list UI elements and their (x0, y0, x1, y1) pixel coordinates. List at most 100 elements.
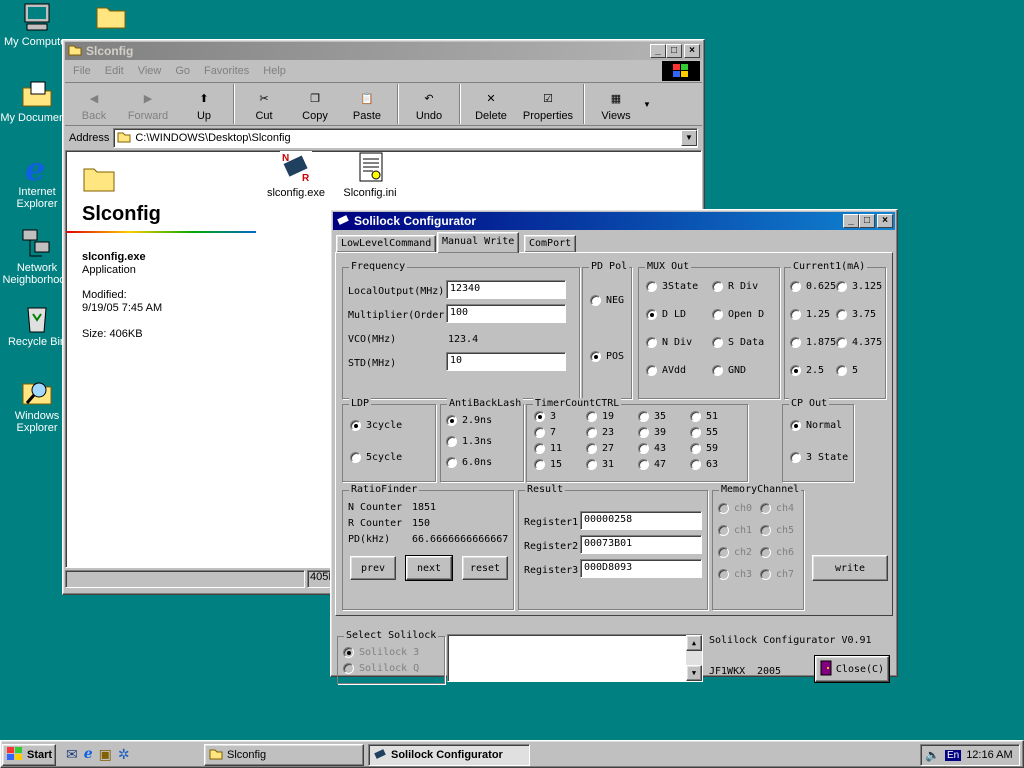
local-output-input[interactable]: 12340 (446, 280, 566, 299)
std-input[interactable]: 10 (446, 352, 566, 371)
address-dropdown-arrow-icon[interactable]: ▼ (681, 130, 697, 146)
current1-3.125-radio[interactable]: 3.125 (836, 281, 882, 292)
maximize-button[interactable]: □ (666, 44, 682, 58)
timer-39-radio[interactable]: 39 (638, 427, 666, 438)
memory-ch3-radio[interactable]: ch3 (718, 569, 752, 580)
solilock-3-radio[interactable]: Solilock 3 (343, 647, 419, 658)
mux-out-ndiv-radio[interactable]: N Div (646, 337, 692, 348)
file-item-slconfig-exe[interactable]: NR slconfig.exe (262, 151, 330, 199)
scroll-up-arrow-icon[interactable]: ▲ (686, 635, 702, 651)
current1-4.375-radio[interactable]: 4.375 (836, 337, 882, 348)
current1-3.75-radio[interactable]: 3.75 (836, 309, 876, 320)
timer-23-radio[interactable]: 23 (586, 427, 614, 438)
current1-1.25-radio[interactable]: 1.25 (790, 309, 830, 320)
configurator-title-bar[interactable]: Solilock Configurator _ □ × (333, 212, 895, 230)
cp-out-3state-radio[interactable]: 3 State (790, 452, 848, 463)
timer-3-radio[interactable]: 3 (534, 411, 556, 422)
tab-lowlevelcommand[interactable]: LowLevelCommand (336, 235, 437, 252)
timer-15-radio[interactable]: 15 (534, 459, 562, 470)
ldp-5cycle-radio[interactable]: 5cycle (350, 452, 402, 463)
timer-31-radio[interactable]: 31 (586, 459, 614, 470)
mux-out-gnd-radio[interactable]: GND (712, 365, 746, 376)
show-desktop-icon[interactable]: ▣ (99, 746, 112, 763)
channels-icon[interactable]: ✲ (118, 746, 130, 763)
mux-out-rdiv-radio[interactable]: R Div (712, 281, 758, 292)
menu-go[interactable]: Go (175, 65, 190, 77)
cp-out-normal-radio[interactable]: Normal (790, 420, 842, 431)
mux-out-sdata-radio[interactable]: S Data (712, 337, 764, 348)
up-button[interactable]: ⬆ Up (179, 86, 229, 123)
timer-55-radio[interactable]: 55 (690, 427, 718, 438)
mux-out-avdd-radio[interactable]: AVdd (646, 365, 686, 376)
write-button[interactable]: write (812, 555, 888, 581)
properties-button[interactable]: ☑ Properties (517, 86, 579, 123)
undo-button[interactable]: ↶ Undo (403, 86, 455, 123)
copy-button[interactable]: ❐ Copy (289, 86, 341, 123)
current1-5-radio[interactable]: 5 (836, 365, 858, 376)
register3-input[interactable]: 000D8093 (580, 559, 702, 578)
views-button[interactable]: ▦ Views (589, 86, 643, 123)
timer-51-radio[interactable]: 51 (690, 411, 718, 422)
scroll-down-arrow-icon[interactable]: ▼ (686, 665, 702, 681)
memory-ch5-radio[interactable]: ch5 (760, 525, 794, 536)
memory-ch1-radio[interactable]: ch1 (718, 525, 752, 536)
antibacklash-2.9ns-radio[interactable]: 2.9ns (446, 415, 492, 426)
taskbar-item-slconfig[interactable]: Slconfig (204, 744, 364, 766)
memory-ch0-radio[interactable]: ch0 (718, 503, 752, 514)
pd-pol-pos-radio[interactable]: POS (590, 351, 624, 362)
timer-11-radio[interactable]: 11 (534, 443, 562, 454)
menu-edit[interactable]: Edit (105, 65, 124, 77)
ldp-3cycle-radio[interactable]: 3cycle (350, 420, 402, 431)
memory-ch7-radio[interactable]: ch7 (760, 569, 794, 580)
antibacklash-6.0ns-radio[interactable]: 6.0ns (446, 457, 492, 468)
prev-button[interactable]: prev (350, 556, 396, 580)
timer-35-radio[interactable]: 35 (638, 411, 666, 422)
timer-63-radio[interactable]: 63 (690, 459, 718, 470)
maximize-button[interactable]: □ (859, 214, 875, 228)
current1-0.625-radio[interactable]: 0.625 (790, 281, 836, 292)
internet-explorer-icon[interactable]: e (84, 746, 93, 763)
register1-input[interactable]: 00000258 (580, 511, 702, 530)
explorer-title-bar[interactable]: Slconfig _ □ × (65, 42, 702, 60)
pd-pol-neg-radio[interactable]: NEG (590, 295, 624, 306)
cut-button[interactable]: ✂ Cut (239, 86, 289, 123)
memory-ch2-radio[interactable]: ch2 (718, 547, 752, 558)
back-button[interactable]: ◀ Back (71, 86, 117, 123)
timer-27-radio[interactable]: 27 (586, 443, 614, 454)
address-input[interactable]: C:\WINDOWS\Desktop\Slconfig ▼ (113, 128, 698, 148)
register2-input[interactable]: 00073B01 (580, 535, 702, 554)
multiplier-input[interactable]: 100 (446, 304, 566, 323)
antibacklash-1.3ns-radio[interactable]: 1.3ns (446, 436, 492, 447)
forward-button[interactable]: ▶ Forward (117, 86, 179, 123)
views-dropdown-arrow-icon[interactable]: ▼ (643, 100, 651, 109)
current1-2.5-radio[interactable]: 2.5 (790, 365, 824, 376)
mux-out-3state-radio[interactable]: 3State (646, 281, 698, 292)
mux-out-opend-radio[interactable]: Open D (712, 309, 764, 320)
menu-help[interactable]: Help (263, 65, 286, 77)
mux-out-dld-radio[interactable]: D LD (646, 309, 686, 320)
language-indicator[interactable]: En (944, 749, 962, 761)
close-button[interactable]: × (684, 44, 700, 58)
tab-comport[interactable]: ComPort (524, 235, 577, 252)
timer-47-radio[interactable]: 47 (638, 459, 666, 470)
speaker-icon[interactable]: 🔈 (925, 748, 940, 762)
current1-1.875-radio[interactable]: 1.875 (790, 337, 836, 348)
tab-manual-write[interactable]: Manual Write (437, 232, 520, 253)
next-button[interactable]: next (405, 555, 453, 581)
memory-ch4-radio[interactable]: ch4 (760, 503, 794, 514)
memory-ch6-radio[interactable]: ch6 (760, 547, 794, 558)
timer-7-radio[interactable]: 7 (534, 427, 556, 438)
file-item-slconfig-ini[interactable]: Slconfig.ini (336, 151, 404, 199)
menu-file[interactable]: File (73, 65, 91, 77)
taskbar-item-solilock-configurator[interactable]: Solilock Configurator (368, 744, 530, 766)
desktop-icon-folder[interactable] (74, 2, 148, 36)
menu-favorites[interactable]: Favorites (204, 65, 249, 77)
timer-43-radio[interactable]: 43 (638, 443, 666, 454)
solilock-q-radio[interactable]: Solilock Q (343, 663, 419, 674)
minimize-button[interactable]: _ (843, 214, 859, 228)
paste-button[interactable]: 📋 Paste (341, 86, 393, 123)
close-app-button[interactable]: Close(C) (814, 655, 890, 683)
close-button[interactable]: × (877, 214, 893, 228)
menu-view[interactable]: View (138, 65, 162, 77)
timer-19-radio[interactable]: 19 (586, 411, 614, 422)
